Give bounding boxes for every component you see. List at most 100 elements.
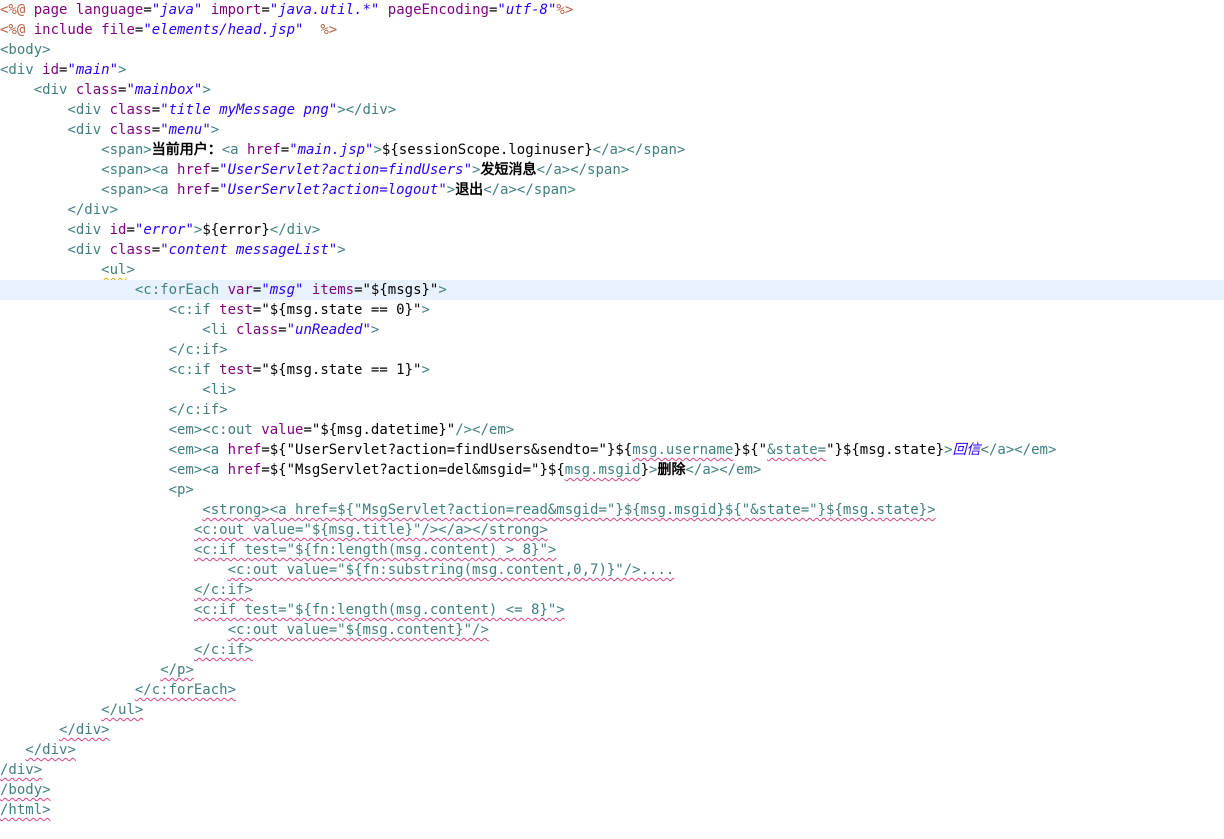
code-token: "msg"	[261, 282, 304, 298]
code-token: <body>	[0, 42, 51, 58]
code-line[interactable]: </c:if>	[0, 340, 1224, 360]
code-line[interactable]: <p>	[0, 480, 1224, 500]
code-token: <c:if	[168, 362, 220, 378]
code-line[interactable]: <c:out value="${msg.content}"/>	[0, 620, 1224, 640]
code-line[interactable]: </c:if>	[0, 580, 1224, 600]
code-line[interactable]: </p>	[0, 660, 1224, 680]
code-line[interactable]: <c:if test="${fn:length(msg.content) > 8…	[0, 540, 1224, 560]
code-token: class	[109, 102, 152, 118]
code-line[interactable]: </div>	[0, 200, 1224, 220]
code-line[interactable]: <em><a href=${"UserServlet?action=findUs…	[0, 440, 1224, 460]
code-line[interactable]: <div id="main">	[0, 60, 1224, 80]
code-token: >	[210, 122, 220, 138]
code-line[interactable]: /html>	[0, 800, 1224, 820]
code-token: "unReaded"	[286, 322, 371, 338]
code-token: import	[210, 2, 262, 18]
code-token: "title myMessage png"	[160, 102, 338, 118]
code-token: <%@	[0, 22, 34, 38]
code-line[interactable]: <li>	[0, 380, 1224, 400]
code-line[interactable]: <body>	[0, 40, 1224, 60]
code-line[interactable]: <c:out value="${msg.title}"/></a></stron…	[0, 520, 1224, 540]
code-token: >	[202, 82, 211, 98]
code-token: "java"	[151, 2, 203, 18]
code-editor[interactable]: <%@ page language="java" import="java.ut…	[0, 0, 1224, 839]
code-token: 当前用户：	[151, 142, 222, 158]
code-line[interactable]: <c:if test="${msg.state == 0}">	[0, 300, 1224, 320]
code-line[interactable]: <div class="title myMessage png"></div>	[0, 100, 1224, 120]
code-line[interactable]: <strong><a href=${"MsgServlet?action=rea…	[0, 500, 1224, 520]
code-token: <span><a	[101, 162, 178, 178]
code-line[interactable]: </c:if>	[0, 400, 1224, 420]
code-line[interactable]: <li class="unReaded">	[0, 320, 1224, 340]
code-token: "java.util.*"	[269, 2, 380, 18]
code-token: </ul>	[101, 702, 144, 718]
code-token: "elements/head.jsp"	[143, 22, 304, 38]
code-token: test	[219, 302, 253, 318]
code-line[interactable]: /body>	[0, 780, 1224, 800]
code-token: </c:if>	[193, 642, 253, 658]
code-token: <c:out value="${msg.content}"/>	[227, 622, 489, 638]
code-token: <a	[221, 142, 248, 158]
code-line[interactable]: /div>	[0, 760, 1224, 780]
code-token: =${"UserServlet?action=findUsers&sendto=…	[261, 442, 633, 458]
code-line[interactable]: <span><a href="UserServlet?action=findUs…	[0, 160, 1224, 180]
code-line[interactable]: <c:out value="${fn:substring(msg.content…	[0, 560, 1224, 580]
code-line[interactable]: <div class="mainbox">	[0, 80, 1224, 100]
code-token: file	[101, 22, 135, 38]
code-line[interactable]: <em><a href=${"MsgServlet?action=del&msg…	[0, 460, 1224, 480]
code-line[interactable]: <ul>	[0, 260, 1224, 280]
code-token: =	[278, 322, 287, 338]
code-line[interactable]: <c:if test="${fn:length(msg.content) <= …	[0, 600, 1224, 620]
code-token: class	[75, 82, 119, 98]
code-token: >	[118, 62, 127, 78]
code-token: =	[151, 242, 161, 258]
code-token: </c:forEach>	[134, 682, 237, 698]
code-token: </div>	[269, 222, 321, 238]
code-line[interactable]: <%@ page language="java" import="java.ut…	[0, 0, 1224, 20]
code-token: "${msgs}"	[362, 282, 439, 298]
code-token: &state=	[767, 442, 827, 458]
code-token: %>	[556, 2, 574, 18]
code-token: ${sessionScope.loginuser}	[381, 142, 593, 158]
code-line[interactable]: <span>当前用户：<a href="main.jsp">${sessionS…	[0, 140, 1224, 160]
code-line[interactable]: <span><a href="UserServlet?action=logout…	[0, 180, 1224, 200]
code-token: 发短消息	[480, 162, 537, 178]
code-line[interactable]: <c:forEach var="msg" items="${msgs}">	[0, 280, 1224, 300]
code-token: <div	[67, 122, 110, 138]
code-token: </div>	[59, 722, 110, 738]
code-line[interactable]: </c:forEach>	[0, 680, 1224, 700]
code-token: >	[438, 282, 447, 298]
code-token: var	[227, 282, 253, 298]
code-token: href	[247, 142, 281, 158]
code-token: </p>	[160, 662, 194, 678]
code-line[interactable]: <em><c:out value="${msg.datetime}"/></em…	[0, 420, 1224, 440]
code-line[interactable]: </div>	[0, 720, 1224, 740]
code-token: class	[236, 322, 279, 338]
code-line[interactable]: </ul>	[0, 700, 1224, 720]
code-line[interactable]: <div class="menu">	[0, 120, 1224, 140]
code-line[interactable]: <%@ include file="elements/head.jsp" %>	[0, 20, 1224, 40]
code-line[interactable]: <div class="content messageList">	[0, 240, 1224, 260]
code-token: "utf-8"	[497, 2, 557, 18]
code-token: "UserServlet?action=logout"	[219, 182, 447, 198]
code-line[interactable]: </c:if>	[0, 640, 1224, 660]
code-line[interactable]: </div>	[0, 740, 1224, 760]
code-line[interactable]: <div id="error">${error}</div>	[0, 220, 1224, 240]
code-line[interactable]: <c:if test="${msg.state == 1}">	[0, 360, 1224, 380]
